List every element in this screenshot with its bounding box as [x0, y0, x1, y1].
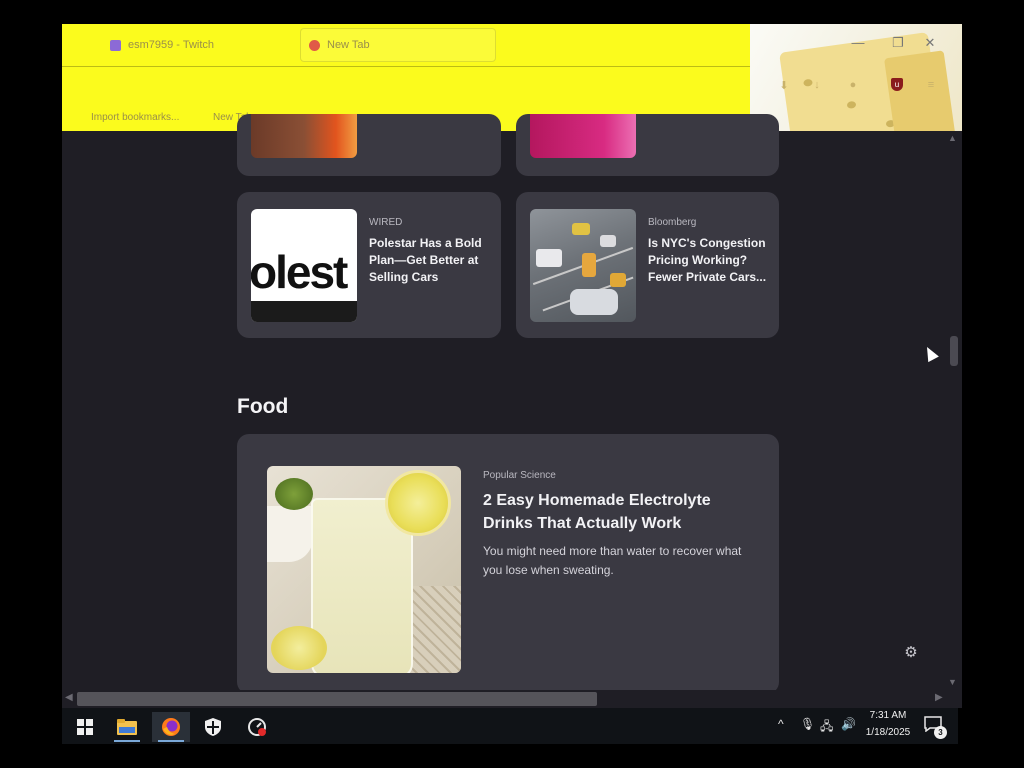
thumbnail-sign-text: olest	[251, 246, 348, 298]
story-description: You might need more than water to recove…	[483, 544, 742, 577]
firefox-icon	[162, 718, 180, 736]
firefox-favicon-icon	[309, 39, 320, 51]
folder-icon	[117, 719, 137, 735]
scroll-left-icon[interactable]: ◀	[65, 692, 73, 703]
app-button[interactable]	[238, 712, 276, 742]
story-thumbnail	[530, 114, 636, 158]
mouse-cursor	[921, 344, 939, 363]
scroll-right-icon[interactable]: ▶	[935, 692, 943, 703]
restore-button[interactable]: ❐	[888, 35, 908, 51]
downloads-icon[interactable]: ⬇	[777, 78, 791, 92]
section-title-food: Food	[237, 395, 289, 418]
featured-story-card[interactable]: Popular Science 2 Easy Homemade Electrol…	[237, 434, 779, 694]
bookmark-import[interactable]: Import bookmarks...	[91, 112, 179, 123]
menu-icon[interactable]: ≡	[924, 78, 938, 92]
vertical-scrollbar[interactable]: ▲ ▼	[946, 131, 962, 691]
story-source: Bloomberg	[648, 217, 697, 228]
story-card-bloomberg[interactable]: Bloomberg Is NYC's Congestion Pricing Wo…	[516, 192, 779, 338]
chevron-up-icon[interactable]: ^	[778, 717, 784, 731]
tab-label: New Tab	[327, 39, 370, 51]
story-thumbnail	[251, 114, 357, 158]
clock-time[interactable]: 7:31 AM	[862, 710, 914, 721]
gear-icon[interactable]: ⚙	[902, 644, 920, 662]
story-headline[interactable]: 2 Easy Homemade Electrolyte Drinks That …	[483, 489, 763, 535]
gauge-icon	[248, 718, 266, 736]
horizontal-scrollbar[interactable]: ◀ ▶	[62, 690, 962, 708]
tab-label: esm7959 - Twitch	[128, 39, 215, 51]
theme-image-area: — ❐ ✕ ⬇ ↓ ● u ≡	[750, 24, 962, 131]
clock-date[interactable]: 1/18/2025	[862, 727, 914, 738]
start-button[interactable]	[66, 712, 104, 742]
story-thumbnail	[267, 466, 461, 673]
story-source: Popular Science	[483, 470, 556, 481]
story-card-wired[interactable]: olest WIRED Polestar Has a Bold Plan—Get…	[237, 192, 501, 338]
shield-icon	[205, 718, 221, 736]
story-thumbnail: olest	[251, 209, 357, 322]
toolbar-divider	[62, 66, 750, 67]
story-thumbnail	[530, 209, 636, 322]
browser-window: esm7959 - Twitch New Tab Import bookmark…	[62, 24, 962, 708]
story-source: WIRED	[369, 217, 403, 228]
story-card-partial[interactable]	[516, 114, 779, 176]
story-headline[interactable]: Polestar Has a Bold Plan—Get Better at S…	[369, 235, 494, 286]
file-explorer-button[interactable]	[108, 712, 146, 742]
minimize-button[interactable]: —	[848, 35, 868, 50]
firefox-button[interactable]	[152, 712, 190, 742]
extension-icon[interactable]: ●	[846, 78, 860, 92]
windows-logo-icon	[77, 719, 93, 735]
scroll-up-icon[interactable]: ▲	[948, 133, 957, 143]
network-icon[interactable]: 🖧	[820, 717, 833, 738]
close-button[interactable]: ✕	[920, 35, 940, 51]
vertical-scroll-thumb[interactable]	[950, 336, 958, 366]
windows-security-button[interactable]	[194, 712, 232, 742]
horizontal-scroll-thumb[interactable]	[77, 692, 597, 706]
scroll-down-icon[interactable]: ▼	[948, 677, 957, 687]
download-arrow-icon[interactable]: ↓	[810, 78, 824, 92]
twitch-favicon-icon	[110, 39, 121, 51]
story-card-partial[interactable]	[237, 114, 501, 176]
notification-count-badge: 3	[934, 726, 947, 739]
tab-twitch[interactable]: esm7959 - Twitch	[110, 28, 300, 62]
tab-new-tab[interactable]: New Tab	[300, 28, 496, 62]
taskbar: ^ 🎙 🖧 🔊 7:31 AM 1/18/2025 3	[62, 708, 958, 744]
microphone-icon[interactable]: 🎙	[800, 717, 815, 731]
notification-button[interactable]: 3	[924, 716, 947, 739]
ublock-icon[interactable]: u	[891, 78, 903, 91]
story-headline[interactable]: Is NYC's Congestion Pricing Working? Few…	[648, 235, 773, 286]
volume-icon[interactable]: 🔊	[841, 717, 856, 731]
